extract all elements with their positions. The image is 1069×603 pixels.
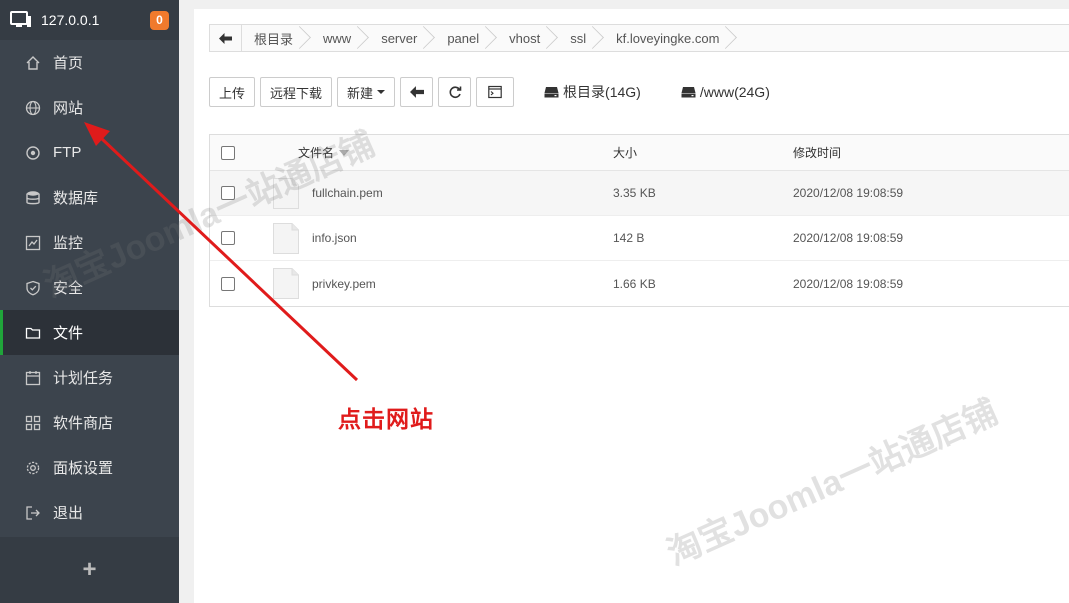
new-button-label: 新建 [347,85,374,101]
breadcrumb-item[interactable]: ssl [554,25,600,51]
file-size: 142 B [613,231,645,245]
sidebar-item-ftp[interactable]: FTP [0,130,179,175]
file-name[interactable]: fullchain.pem [312,186,383,200]
upload-button[interactable]: 上传 [209,77,256,107]
sidebar-item-logout[interactable]: 退出 [0,490,179,535]
sidebar-item-label: 面板设置 [53,460,114,477]
home-icon [25,55,41,71]
sidebar-item-label: FTP [53,144,82,161]
column-header-size[interactable]: 大小 [613,144,793,161]
file-name-cell: info.json [235,222,613,254]
sidebar: 127.0.0.1 0 首页 网站 FTP 数据库 监控 安全 文件 计划任务 … [0,0,179,603]
ftp-icon [25,145,41,161]
file-modified: 2020/12/08 19:08:59 [793,186,904,200]
new-dropdown-button[interactable]: 新建 [337,77,396,107]
logout-icon [25,505,41,521]
shield-icon [25,280,41,296]
database-icon [25,190,41,206]
monitor-chart-icon [25,235,41,251]
row-checkbox[interactable] [221,231,235,245]
sidebar-item-label: 数据库 [53,190,99,207]
breadcrumb-item[interactable]: vhost [493,25,554,51]
terminal-button[interactable] [476,77,515,107]
file-icon [273,222,299,254]
sidebar-header: 127.0.0.1 0 [0,0,179,40]
file-icon [273,268,299,299]
folder-icon [25,325,41,341]
globe-icon [25,100,41,116]
sidebar-item-home[interactable]: 首页 [0,40,179,85]
back-button[interactable] [400,77,434,107]
monitor-icon [10,11,31,27]
sidebar-item-app-store[interactable]: 软件商店 [0,400,179,445]
apps-grid-icon [25,415,41,431]
remote-download-button[interactable]: 远程下载 [260,77,333,107]
row-checkbox[interactable] [221,276,235,291]
breadcrumb-back-button[interactable] [210,25,242,51]
sidebar-item-panel-settings[interactable]: 面板设置 [0,445,179,490]
sidebar-item-label: 网站 [53,100,84,117]
table-row[interactable]: info.json 142 B 2020/12/08 19:08:59 [210,216,1069,261]
sidebar-item-cron[interactable]: 计划任务 [0,355,179,400]
hard-drive-icon [681,87,696,98]
calendar-icon [25,370,41,386]
breadcrumb-item[interactable]: www [307,25,365,51]
file-name-cell: privkey.pem [235,268,613,299]
disk-root-label: 根目录(14G) [563,84,641,100]
breadcrumb-item[interactable]: 根目录 [242,25,307,51]
file-name[interactable]: info.json [312,231,357,245]
terminal-icon [488,85,502,99]
file-manager: 根目录 www server panel vhost ssl kf.loveyi… [194,9,1069,603]
breadcrumb-item[interactable]: panel [431,25,493,51]
hard-drive-icon [544,87,559,98]
sidebar-item-website[interactable]: 网站 [0,85,179,130]
sidebar-item-label: 软件商店 [53,415,114,432]
file-size: 1.66 KB [613,276,656,291]
gear-icon [25,460,41,476]
arrow-left-icon [219,32,232,44]
breadcrumb-item[interactable]: kf.loveyingke.com [600,25,733,51]
sidebar-item-label: 退出 [53,505,84,522]
table-row[interactable]: privkey.pem 1.66 KB 2020/12/08 19:08:59 [210,261,1069,306]
disk-www-label: /www(24G) [699,84,770,100]
annotation-label: 点击网站 [338,406,434,432]
sidebar-item-label: 计划任务 [53,370,114,387]
file-size: 3.35 KB [613,186,656,200]
sidebar-add-button[interactable]: + [0,537,179,603]
arrow-left-icon [409,86,424,98]
caret-down-icon [377,90,386,94]
file-modified: 2020/12/08 19:08:59 [793,276,904,291]
file-modified: 2020/12/08 19:08:59 [793,231,904,245]
server-host: 127.0.0.1 [41,12,100,28]
refresh-icon [449,86,461,98]
select-all-checkbox[interactable] [221,145,235,160]
disk-root[interactable]: 根目录(14G) [544,82,641,102]
breadcrumb: 根目录 www server panel vhost ssl kf.loveyi… [209,24,1069,52]
notification-badge[interactable]: 0 [150,10,169,30]
breadcrumb-item[interactable]: server [365,25,431,51]
column-header-modified[interactable]: 修改时间 [793,144,993,161]
sidebar-item-files[interactable]: 文件 [0,310,179,355]
refresh-button[interactable] [438,77,472,107]
file-name[interactable]: privkey.pem [312,277,376,291]
sidebar-item-label: 文件 [53,325,84,342]
sidebar-item-label: 首页 [53,55,84,72]
toolbar: 上传 远程下载 新建 根目录(14G) /www(24G) [209,77,770,107]
disk-www[interactable]: /www(24G) [681,84,770,100]
